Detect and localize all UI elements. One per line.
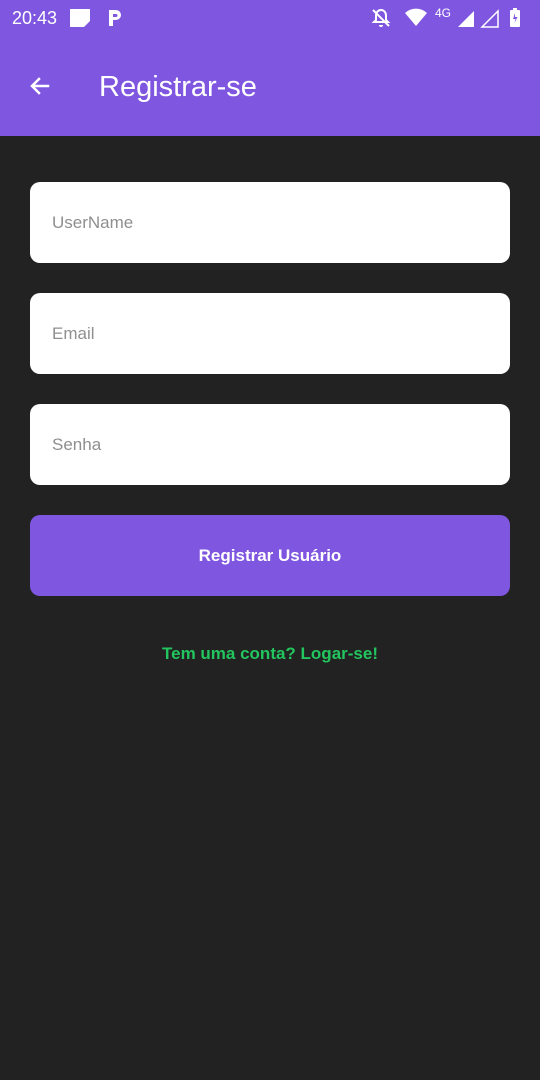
password-input[interactable]	[30, 404, 510, 485]
register-user-button[interactable]: Registrar Usuário	[30, 515, 510, 596]
wifi-icon	[405, 8, 427, 26]
battery-icon	[510, 8, 520, 27]
status-bar: 20:43 4G	[0, 0, 540, 36]
arrow-back-icon	[30, 77, 50, 95]
app-bar: Registrar-se	[0, 36, 540, 136]
email-input[interactable]	[30, 293, 510, 374]
network-type-label: 4G	[435, 6, 452, 20]
username-input[interactable]	[30, 182, 510, 263]
login-link[interactable]: Tem uma conta? Logar-se!	[0, 644, 540, 664]
signal-icon	[458, 11, 474, 27]
signal-empty-icon	[480, 9, 499, 28]
parking-app-icon	[109, 10, 121, 26]
back-button[interactable]	[22, 68, 58, 104]
note-icon	[70, 9, 90, 27]
status-time: 20:43	[12, 8, 58, 28]
bell-off-icon	[371, 8, 391, 27]
page-title: Registrar-se	[99, 71, 257, 103]
